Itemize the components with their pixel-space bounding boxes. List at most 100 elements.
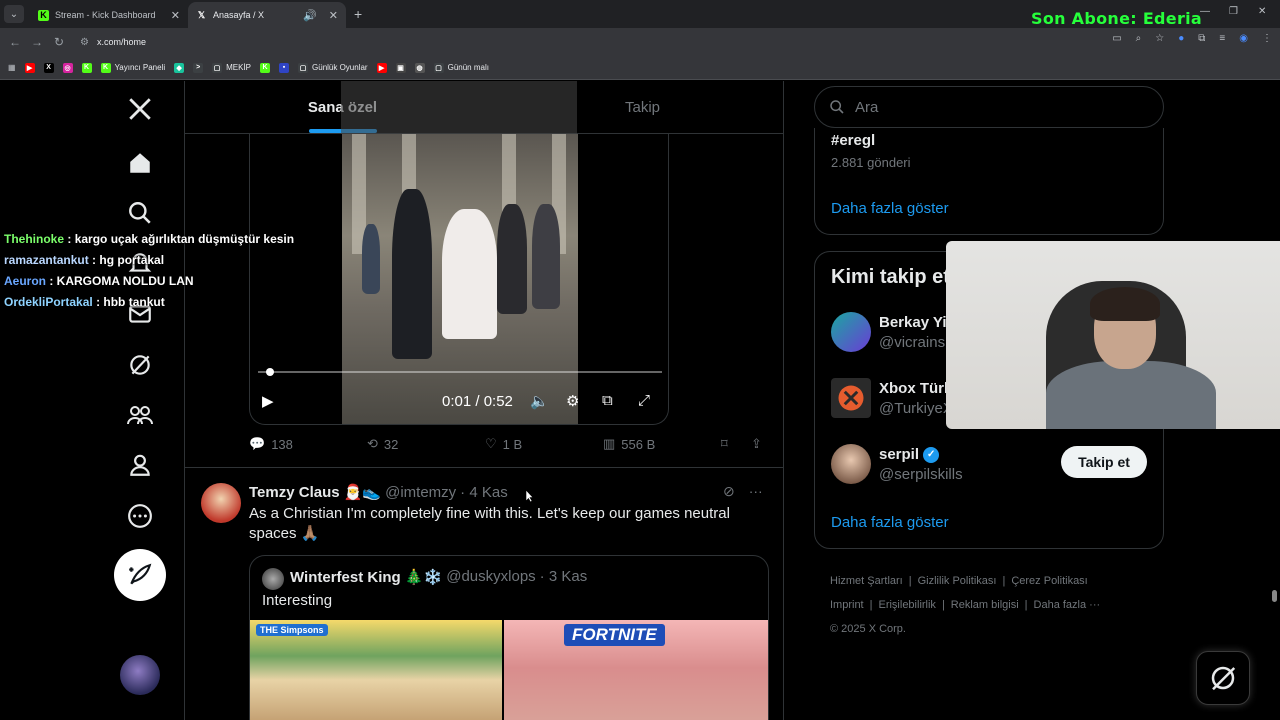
tweet-time[interactable]: · 4 Kas bbox=[460, 484, 508, 501]
bookmark-item[interactable]: ▢ Günün malı bbox=[433, 62, 489, 73]
who-to-follow-title: Kimi takip et bbox=[831, 266, 950, 288]
avatar[interactable] bbox=[201, 483, 241, 523]
avatar[interactable] bbox=[831, 378, 871, 418]
bookmark-item[interactable]: K bbox=[81, 62, 92, 73]
quote-author-handle[interactable]: @duskyxlops bbox=[446, 568, 535, 586]
show-more-link[interactable]: Daha fazla göster bbox=[831, 514, 949, 531]
user-name[interactable]: Xbox Türk bbox=[879, 380, 952, 397]
reload-button[interactable]: ↻ bbox=[48, 35, 70, 49]
minimize-button[interactable]: — bbox=[1200, 6, 1210, 17]
scrollbar-thumb[interactable] bbox=[1272, 590, 1277, 602]
star-icon[interactable]: ☆ bbox=[1155, 33, 1164, 44]
user-name[interactable]: serpil ✓ bbox=[879, 446, 940, 464]
bookmark-item[interactable]: ▶ bbox=[24, 62, 35, 73]
menu-icon[interactable]: ⋮ bbox=[1262, 33, 1272, 44]
image-icon: ▣ bbox=[395, 62, 406, 73]
browser-tab-x[interactable]: 𝕏 Anasayfa / X 🔊 ✕ bbox=[188, 2, 346, 28]
forward-button[interactable]: → bbox=[26, 35, 48, 49]
bookmark-item[interactable]: X bbox=[43, 62, 54, 73]
extension-icon[interactable]: ● bbox=[1178, 33, 1184, 44]
zoom-icon[interactable]: ⌕ bbox=[1136, 33, 1142, 44]
settings-icon[interactable]: ⚙ bbox=[566, 392, 579, 410]
footer-link[interactable]: Gizlilik Politikası bbox=[918, 575, 997, 587]
video-frame[interactable] bbox=[342, 134, 578, 424]
apps-icon[interactable]: ▦ bbox=[8, 63, 16, 72]
video-progress-bar[interactable] bbox=[258, 368, 662, 376]
explore-icon[interactable] bbox=[114, 193, 166, 233]
more-icon[interactable] bbox=[114, 496, 166, 536]
bookmark-item[interactable]: ◎ bbox=[62, 62, 73, 73]
bookmark-item[interactable]: ▪ bbox=[279, 62, 290, 73]
home-icon[interactable] bbox=[114, 143, 166, 183]
progress-knob[interactable] bbox=[266, 368, 275, 376]
bookmark-item[interactable]: ◆ bbox=[174, 62, 185, 73]
browser-tab-kick[interactable]: K Stream - Kick Dashboard ✕ bbox=[30, 2, 188, 28]
bookmark-item[interactable]: > bbox=[193, 62, 204, 73]
bookmark-item[interactable]: K bbox=[260, 62, 271, 73]
profile-icon[interactable]: ◉ bbox=[1239, 33, 1248, 44]
omnibox[interactable]: ⚙ x.com/home bbox=[80, 33, 1140, 51]
bookmark-icon[interactable]: ⌑ bbox=[721, 436, 728, 452]
like-button[interactable]: ♡ 1 B bbox=[485, 436, 522, 452]
communities-icon[interactable] bbox=[114, 395, 166, 435]
volume-icon[interactable]: 🔈 bbox=[530, 392, 549, 410]
avatar[interactable] bbox=[831, 444, 871, 484]
search-input[interactable]: Ara bbox=[814, 86, 1164, 128]
avatar[interactable] bbox=[262, 568, 284, 590]
show-more-link[interactable]: Daha fazla göster bbox=[831, 200, 949, 217]
footer-link[interactable]: Daha fazla ··· bbox=[1034, 599, 1101, 611]
quote-image[interactable]: THE Simpsons FORTNITE bbox=[250, 620, 768, 720]
bookmark-item[interactable]: ◍ bbox=[414, 62, 425, 73]
bookmark-item[interactable]: ▣ bbox=[395, 62, 406, 73]
play-icon[interactable]: ▶ bbox=[262, 392, 274, 410]
avatar[interactable] bbox=[831, 312, 871, 352]
post-button[interactable] bbox=[114, 549, 166, 601]
bookmark-item[interactable]: ▢ Günlük Oyunlar bbox=[298, 62, 368, 73]
video-player[interactable]: ▶ 0:01 / 0:52 🔈 ⚙ ⧉ ⤢ bbox=[249, 134, 669, 425]
close-icon[interactable]: ✕ bbox=[171, 9, 180, 22]
grok-icon[interactable] bbox=[114, 345, 166, 385]
bookmark-item[interactable]: K Yayıncı Paneli bbox=[100, 62, 165, 73]
reply-button[interactable]: 💬 138 bbox=[249, 436, 293, 452]
repost-button[interactable]: ⟲ 32 bbox=[367, 436, 398, 452]
footer-link[interactable]: Hizmet Şartları bbox=[830, 575, 903, 587]
audio-icon[interactable]: 🔊 bbox=[303, 9, 317, 22]
more-options-icon[interactable]: ··· bbox=[749, 483, 763, 500]
footer-link[interactable]: Imprint bbox=[830, 599, 864, 611]
bookmark-label: Günlük Oyunlar bbox=[312, 63, 368, 72]
trend-tag[interactable]: #eregl bbox=[831, 132, 875, 149]
footer-link[interactable]: Erişilebilirlik bbox=[878, 599, 935, 611]
bookmark-item[interactable]: ▶ bbox=[376, 62, 387, 73]
chat-message: ramazantankut : hg portakal bbox=[4, 250, 294, 271]
maximize-button[interactable]: ❐ bbox=[1229, 6, 1238, 17]
back-button[interactable]: ← bbox=[4, 35, 26, 49]
follow-button[interactable]: Takip et bbox=[1061, 446, 1147, 478]
grok-button[interactable] bbox=[1196, 651, 1250, 705]
quote-tweet[interactable]: Winterfest King 🎄❄️ @duskyxlops · 3 Kas … bbox=[249, 555, 769, 720]
user-name[interactable]: Berkay Yi bbox=[879, 314, 947, 331]
account-avatar[interactable] bbox=[120, 655, 160, 695]
x-logo-icon[interactable] bbox=[114, 89, 166, 129]
grok-icon[interactable]: ⊘ bbox=[723, 483, 735, 500]
suggested-user[interactable]: serpil ✓ @serpilskills Takip et bbox=[831, 444, 1151, 488]
cast-icon[interactable]: ▭ bbox=[1112, 33, 1121, 44]
media-icon[interactable]: ≡ bbox=[1219, 33, 1225, 44]
profile-icon[interactable] bbox=[114, 445, 166, 485]
site-info-icon[interactable]: ⚙ bbox=[80, 37, 89, 48]
quote-author-name[interactable]: Winterfest King 🎄❄️ bbox=[290, 568, 442, 586]
share-icon[interactable]: ⇪ bbox=[751, 436, 762, 452]
pip-icon[interactable]: ⧉ bbox=[602, 392, 613, 409]
new-tab-button[interactable]: + bbox=[354, 6, 362, 22]
footer-link[interactable]: Çerez Politikası bbox=[1011, 575, 1087, 587]
close-icon[interactable]: ✕ bbox=[329, 9, 338, 22]
fullscreen-icon[interactable]: ⤢ bbox=[638, 392, 650, 409]
puzzle-icon[interactable]: ⧉ bbox=[1198, 33, 1205, 44]
chat-user: Thehinoke bbox=[4, 232, 65, 246]
bookmark-item[interactable]: ▢ MEKİP bbox=[212, 62, 251, 73]
author-name[interactable]: Temzy Claus 🎅👟 bbox=[249, 483, 381, 501]
close-window-button[interactable]: ✕ bbox=[1258, 6, 1266, 17]
author-handle[interactable]: @imtemzy bbox=[385, 484, 456, 501]
tab-search-button[interactable]: ⌄ bbox=[4, 5, 24, 23]
views-button[interactable]: ▥ 556 B bbox=[603, 436, 655, 452]
footer-link[interactable]: Reklam bilgisi bbox=[951, 599, 1019, 611]
